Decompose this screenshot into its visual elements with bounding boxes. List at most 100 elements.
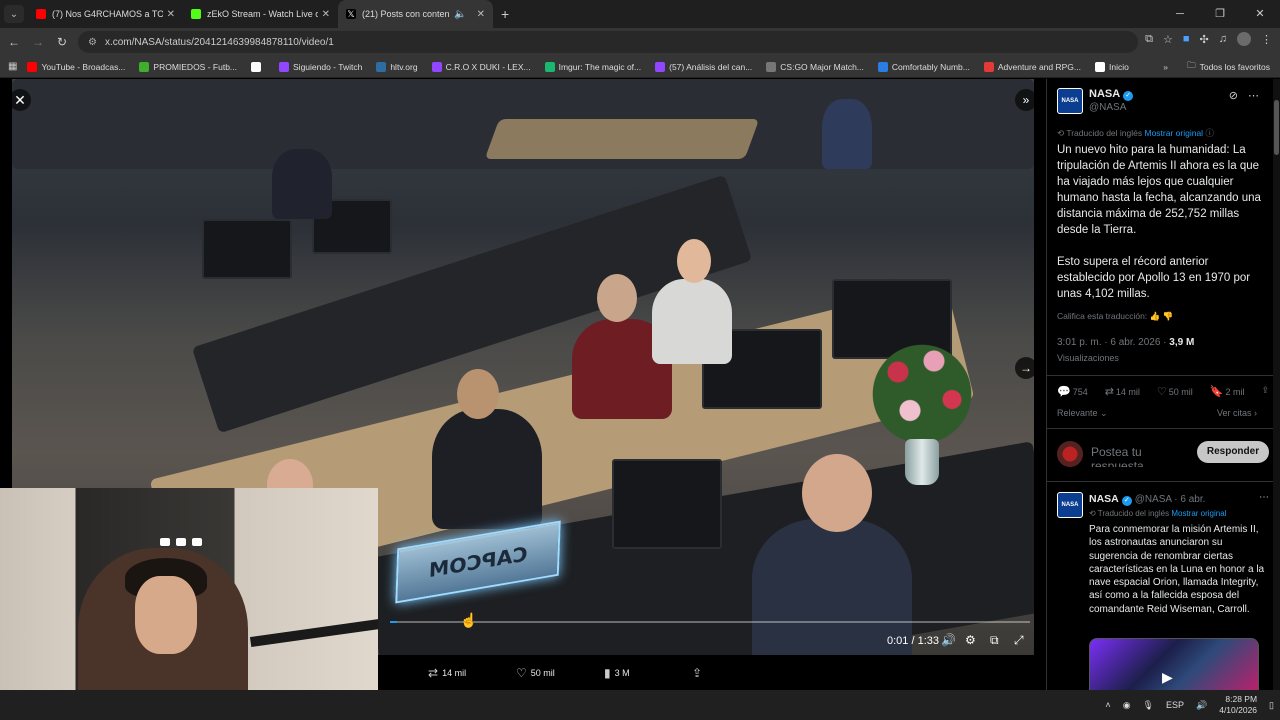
author-handle[interactable]: @NASA [1089, 101, 1133, 114]
like-stat[interactable]: ♡ 50 mil [1157, 385, 1193, 398]
bookmark-item[interactable]: C.R.O X DUKI - LEX... [431, 61, 531, 72]
tab-youtube[interactable]: (7) Nos G4RCHAMOS a TODOS ✕ [28, 0, 183, 28]
repost-action[interactable]: ⇄ 14 mil [428, 666, 466, 680]
forward-button[interactable]: → [26, 35, 50, 49]
controller-head [597, 274, 637, 322]
tab-search-button[interactable]: ⌄ [4, 5, 24, 23]
share-icon[interactable]: ⇪ [1261, 385, 1269, 398]
show-original-link[interactable]: Mostrar original [1144, 128, 1203, 138]
restore-button[interactable]: ❐ [1200, 0, 1240, 28]
reply-stat[interactable]: 💬 754 [1057, 385, 1088, 398]
url-field[interactable]: ⚙ x.com/NASA/status/2041214639984878110/… [78, 31, 1138, 53]
reply-button[interactable]: Responder [1197, 441, 1269, 463]
author-name[interactable]: NASA [1089, 88, 1120, 100]
tab-kick[interactable]: zEkO Stream - Watch Live on Ki ✕ [183, 0, 338, 28]
divider [1047, 375, 1273, 376]
extensions-puzzle-icon[interactable]: ✣ [1200, 33, 1209, 46]
play-icon[interactable]: ▶ [1162, 669, 1173, 686]
taskbar: ˄ ◉ 🎙 ESP 🔊 8:28 PM 4/10/2026 ▯ [0, 690, 1280, 720]
bookmark-item[interactable]: Inicio [1095, 61, 1129, 72]
sort-relevance-dropdown[interactable]: Relevante ⌄ [1057, 408, 1108, 419]
reply-tweet-video[interactable]: ▶ [1089, 638, 1259, 690]
install-app-icon[interactable]: ⧉ [1145, 33, 1153, 46]
tray-overflow-icon[interactable]: ˄ [1105, 700, 1110, 710]
close-media-button[interactable]: ✕ [9, 89, 31, 111]
notification-icon[interactable]: ▯ [1269, 700, 1274, 711]
new-tab-button[interactable]: + [501, 6, 509, 22]
page-scrollbar[interactable] [1273, 79, 1280, 690]
monitor [202, 219, 292, 279]
close-tab-icon[interactable]: ✕ [322, 9, 330, 20]
author-handle[interactable]: @NASA · 6 abr. [1135, 494, 1206, 505]
show-original-link[interactable]: Mostrar original [1171, 509, 1226, 518]
bar-chart-icon: ▮ [604, 665, 611, 680]
views-action[interactable]: ▮ 3 M [604, 666, 630, 680]
thumbs-up-icon[interactable]: 👍 [1150, 311, 1161, 321]
clock[interactable]: 8:28 PM 4/10/2026 [1219, 694, 1257, 716]
bookmark-item[interactable]: hltv.org [376, 61, 418, 72]
thumbs-down-icon[interactable]: 👎 [1163, 311, 1174, 321]
grok-icon[interactable]: ⊘ [1229, 89, 1238, 102]
fullscreen-icon[interactable]: ⤢ [1014, 633, 1024, 648]
more-options-icon[interactable]: ⋯ [1259, 492, 1269, 503]
bookmark-item[interactable]: (57) Análisis del can... [655, 61, 752, 72]
close-tab-icon[interactable]: ✕ [167, 9, 175, 20]
extension-icon[interactable]: ■ [1183, 33, 1190, 45]
author-name[interactable]: NASA [1089, 493, 1119, 505]
language-indicator[interactable]: ESP [1166, 700, 1184, 710]
browser-menu-icon[interactable]: ⋮ [1261, 33, 1272, 46]
media-control-icon[interactable]: ♫ [1219, 33, 1227, 45]
nasa-avatar[interactable]: NASA [1057, 492, 1083, 518]
expand-sidebar-button[interactable]: » [1015, 89, 1037, 111]
tweet-timestamp[interactable]: 3:01 p. m. · 6 abr. 2026 · [1057, 337, 1167, 348]
share-action[interactable]: ⇪ [692, 666, 702, 680]
bookmark-item[interactable]: PROMIEDOS - Futb... [139, 61, 237, 72]
microphone-icon[interactable]: 🎙 [1143, 700, 1154, 711]
bookmark-item[interactable]: Comfortably Numb... [877, 61, 970, 72]
close-tab-icon[interactable]: ✕ [477, 9, 485, 20]
back-button[interactable]: ← [2, 35, 26, 49]
reply-input[interactable]: Postea tu respuesta [1091, 445, 1171, 467]
bookmark-item[interactable] [251, 61, 265, 72]
controller-head [677, 239, 711, 283]
settings-gear-icon[interactable]: ⚙ [965, 633, 976, 647]
bookmarks-overflow-icon[interactable]: » [1163, 62, 1168, 72]
reply-tweet-header: NASA ✓ @NASA · 6 abr. [1089, 493, 1205, 506]
all-bookmarks-folder[interactable]: 🗀 Todos los favoritos [1187, 60, 1270, 74]
reply-icon: 💬 [1057, 386, 1071, 398]
repost-stat[interactable]: ⇄ 14 mil [1105, 385, 1140, 398]
like-action[interactable]: ♡ 50 mil [516, 666, 555, 680]
video-progress-bar[interactable] [390, 621, 1030, 623]
picture-in-picture-icon[interactable]: ⧉ [990, 633, 999, 648]
reply-tweet[interactable]: NASA NASA ✓ @NASA · 6 abr. ⋯ ⟲ Traducido … [1057, 492, 1269, 690]
bookmark-stat[interactable]: 🔖 2 mil [1210, 385, 1245, 398]
minimize-button[interactable]: ─ [1160, 0, 1200, 28]
bookmark-item[interactable]: CS:GO Major Match... [766, 61, 864, 72]
bookmark-item[interactable]: Siguiendo - Twitch [279, 61, 362, 72]
more-options-icon[interactable]: ⋯ [1248, 89, 1259, 102]
site-info-icon[interactable]: ⚙ [88, 37, 97, 48]
speaker-icon[interactable]: 🔊 [1196, 700, 1207, 711]
bookmark-item[interactable]: Adventure and RPG... [983, 61, 1081, 72]
bookmark-item[interactable]: YouTube - Broadcas... [27, 61, 125, 72]
bookmark-star-icon[interactable]: ☆ [1163, 33, 1173, 46]
video-action-bar: ⇄ 14 mil ♡ 50 mil ▮ 3 M ⇪ [380, 655, 1034, 690]
reload-button[interactable]: ↻ [50, 35, 74, 49]
steam-icon[interactable]: ◉ [1123, 700, 1131, 711]
info-icon[interactable]: ⓘ [1205, 128, 1214, 138]
nasa-avatar[interactable]: NASA [1057, 88, 1083, 114]
controller-black-jacket [432, 409, 542, 529]
ceiling-lights [160, 538, 206, 548]
mute-tab-icon[interactable]: 🔈 [454, 9, 466, 20]
next-media-button[interactable]: → [1015, 357, 1037, 379]
volume-icon[interactable]: 🔊 [941, 633, 956, 647]
apps-grid-icon[interactable]: ▦ [8, 61, 17, 72]
translated-label: Traducido del inglés [1097, 509, 1170, 518]
scrollbar-thumb[interactable] [1274, 100, 1279, 155]
tweet-author[interactable]: NASA NASA ✓ @NASA [1057, 88, 1134, 114]
profile-avatar[interactable] [1237, 32, 1251, 46]
see-quotes-link[interactable]: Ver citas › [1217, 408, 1257, 419]
bookmark-item[interactable]: Imgur: The magic of... [544, 61, 641, 72]
tab-x[interactable]: 𝕏 (21) Posts con contenido m 🔈 ✕ [338, 0, 493, 28]
close-window-button[interactable]: ✕ [1240, 0, 1280, 28]
